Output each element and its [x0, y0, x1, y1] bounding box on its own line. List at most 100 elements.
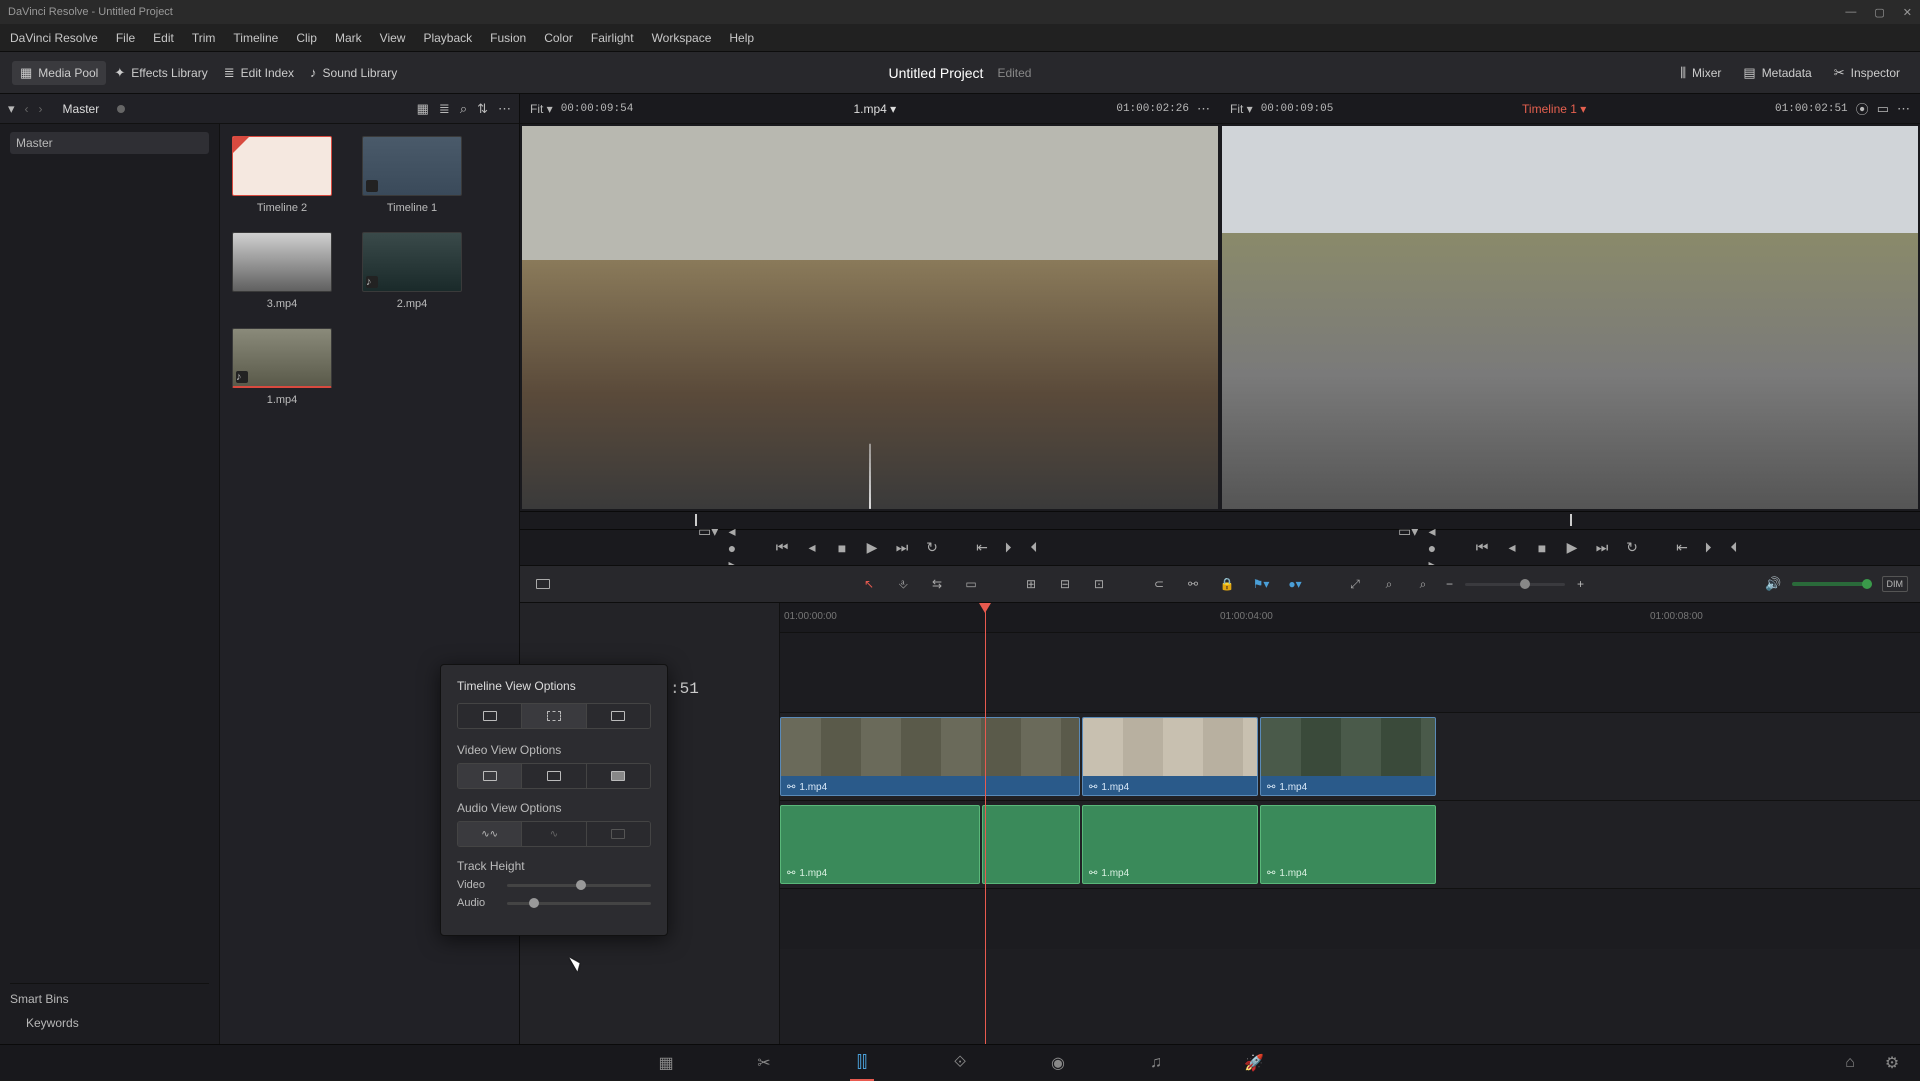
- bypass-icon[interactable]: ⦿: [1856, 99, 1869, 118]
- metadata-toggle[interactable]: ▤Metadata: [1735, 61, 1819, 85]
- stop-icon[interactable]: ■: [1534, 540, 1550, 556]
- source-options-icon[interactable]: ⋯: [1197, 101, 1210, 117]
- tvo-audio-wave-button[interactable]: [586, 704, 650, 728]
- clip-item[interactable]: ♪1.mp4: [232, 328, 332, 406]
- page-edit[interactable]: ⫿⫿: [848, 1049, 876, 1077]
- link-toggle[interactable]: ⚯: [1182, 573, 1204, 595]
- step-back-icon[interactable]: ◂: [1504, 539, 1520, 556]
- search-icon[interactable]: ⌕: [460, 101, 467, 117]
- page-media[interactable]: ▦: [652, 1049, 680, 1077]
- timeline-scrubber[interactable]: [1220, 511, 1920, 529]
- volume-slider[interactable]: [1792, 582, 1872, 586]
- audio-view-full[interactable]: ∿∿: [458, 822, 521, 846]
- menu-workspace[interactable]: Workspace: [652, 31, 712, 45]
- tvo-stacked-button[interactable]: [458, 704, 521, 728]
- go-out-icon[interactable]: ⏴: [1726, 539, 1742, 556]
- insert-icon[interactable]: ⇤: [974, 539, 990, 556]
- flag-dropdown[interactable]: ⚑▾: [1250, 573, 1272, 595]
- menu-mark[interactable]: Mark: [335, 31, 362, 45]
- bin-master[interactable]: Master: [10, 132, 209, 154]
- audio-clip[interactable]: ⚯1.mp4: [780, 805, 980, 884]
- menu-color[interactable]: Color: [544, 31, 573, 45]
- audio-view-half[interactable]: ∿: [521, 822, 585, 846]
- go-in-icon[interactable]: ⏵: [1700, 539, 1716, 556]
- marker-dropdown[interactable]: ●▾: [1284, 573, 1306, 595]
- project-settings-button[interactable]: ⚙: [1878, 1049, 1906, 1077]
- home-button[interactable]: ⌂: [1836, 1049, 1864, 1077]
- menu-trim[interactable]: Trim: [192, 31, 216, 45]
- mixer-toggle[interactable]: ⫼Mixer: [1672, 61, 1729, 85]
- menu-clip[interactable]: Clip: [296, 31, 317, 45]
- menu-davinci[interactable]: DaVinci Resolve: [10, 31, 98, 45]
- replace-clip-tool[interactable]: ⊡: [1088, 573, 1110, 595]
- video-clip[interactable]: ⚯1.mp4: [1082, 717, 1258, 796]
- first-frame-icon[interactable]: ⏮: [774, 539, 790, 556]
- timeline-fit-dropdown[interactable]: Fit ▾: [1230, 102, 1253, 116]
- sound-library-toggle[interactable]: ♪Sound Library: [302, 61, 405, 84]
- audio-clip[interactable]: [982, 805, 1080, 884]
- timeline-name-dropdown[interactable]: Timeline 1 ▾: [1522, 102, 1586, 116]
- source-scrubber[interactable]: [520, 511, 1220, 529]
- menu-file[interactable]: File: [116, 31, 135, 45]
- audio-clip[interactable]: ⚯1.mp4: [1260, 805, 1436, 884]
- video-view-thumbnail[interactable]: [521, 764, 585, 788]
- sort-icon[interactable]: ⇅: [477, 101, 488, 117]
- menu-fusion[interactable]: Fusion: [490, 31, 526, 45]
- dynamic-trim-tool[interactable]: ⇆: [926, 573, 948, 595]
- list-view-icon[interactable]: ≣: [439, 101, 450, 117]
- inspector-toggle[interactable]: ✂Inspector: [1826, 61, 1908, 85]
- maximize-button[interactable]: ▢: [1874, 6, 1884, 19]
- clip-item[interactable]: Timeline 2: [232, 136, 332, 214]
- audio-clip[interactable]: ⚯1.mp4: [1082, 805, 1258, 884]
- tvo-subtitle-button[interactable]: [521, 704, 585, 728]
- in-out-icon[interactable]: ⇤: [1674, 539, 1690, 556]
- menu-edit[interactable]: Edit: [153, 31, 174, 45]
- dim-button[interactable]: DIM: [1882, 576, 1909, 592]
- play-icon[interactable]: ▶: [1564, 539, 1580, 556]
- edit-index-toggle[interactable]: ≣Edit Index: [216, 61, 302, 85]
- page-cut[interactable]: ✂: [750, 1049, 778, 1077]
- zoom-in-button[interactable]: +: [1577, 577, 1584, 591]
- clip-item[interactable]: ♪2.mp4: [362, 232, 462, 310]
- replace-icon[interactable]: ⏴: [1026, 539, 1042, 556]
- video-view-simple[interactable]: [586, 764, 650, 788]
- play-icon[interactable]: ▶: [864, 539, 880, 556]
- playhead[interactable]: [985, 603, 986, 1044]
- menu-playback[interactable]: Playback: [423, 31, 472, 45]
- selection-tool[interactable]: ↖: [858, 573, 880, 595]
- last-frame-icon[interactable]: ⏭: [1594, 539, 1610, 556]
- zoom-slider[interactable]: [1465, 583, 1565, 586]
- snap-toggle[interactable]: ⊂: [1148, 573, 1170, 595]
- nav-back-icon[interactable]: ‹: [25, 102, 29, 116]
- video-clip[interactable]: ⚯1.mp4: [780, 717, 1080, 796]
- timeline-layout-icon[interactable]: ▭: [1877, 101, 1889, 117]
- loop-icon[interactable]: ↻: [924, 539, 940, 556]
- page-deliver[interactable]: 🚀: [1240, 1049, 1268, 1077]
- options-icon[interactable]: ⋯: [498, 101, 511, 117]
- loop-icon[interactable]: ↻: [1624, 539, 1640, 556]
- minimize-button[interactable]: —: [1845, 6, 1856, 19]
- menu-help[interactable]: Help: [729, 31, 754, 45]
- source-clip-name[interactable]: 1.mp4 ▾: [853, 102, 896, 116]
- page-fusion[interactable]: ⟐: [946, 1049, 974, 1077]
- bin-dropdown[interactable]: ▾: [8, 101, 15, 117]
- page-color[interactable]: ◉: [1044, 1049, 1072, 1077]
- stop-icon[interactable]: ■: [834, 540, 850, 556]
- video-view-filmstrip[interactable]: [458, 764, 521, 788]
- track-height-audio-slider[interactable]: [507, 902, 651, 905]
- nav-fwd-icon[interactable]: ›: [39, 102, 43, 116]
- trim-tool[interactable]: ⎀: [892, 573, 914, 595]
- video-clip[interactable]: ⚯1.mp4: [1260, 717, 1436, 796]
- overwrite-clip-tool[interactable]: ⊟: [1054, 573, 1076, 595]
- close-button[interactable]: ✕: [1903, 6, 1912, 19]
- source-fit-dropdown[interactable]: Fit ▾: [530, 102, 553, 116]
- track-height-video-slider[interactable]: [507, 884, 651, 887]
- last-frame-icon[interactable]: ⏭: [894, 539, 910, 556]
- overwrite-icon[interactable]: ⏵: [1000, 539, 1016, 556]
- menu-timeline[interactable]: Timeline: [233, 31, 278, 45]
- menu-fairlight[interactable]: Fairlight: [591, 31, 634, 45]
- zoom-detail-icon[interactable]: ⌕: [1378, 573, 1400, 595]
- step-back-icon[interactable]: ◂: [804, 539, 820, 556]
- effects-library-toggle[interactable]: ✦Effects Library: [106, 61, 215, 85]
- timeline-tracks-area[interactable]: 01:00:00:00 01:00:04:00 01:00:08:00 01:0…: [780, 603, 1920, 1044]
